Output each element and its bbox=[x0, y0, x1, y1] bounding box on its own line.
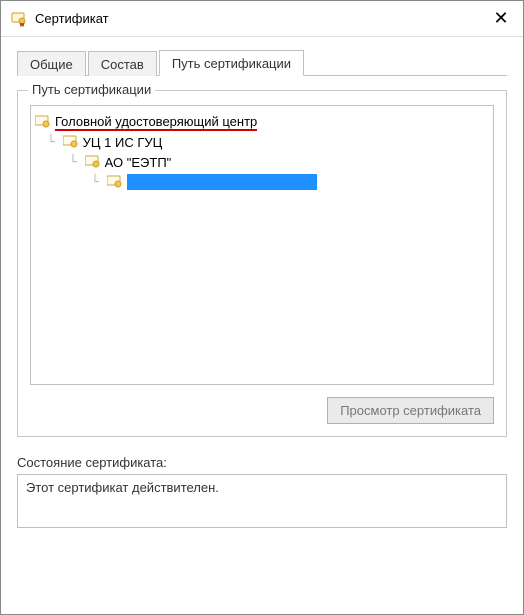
certificate-icon bbox=[85, 155, 101, 169]
tree-node-level1[interactable]: └ УЦ 1 ИС ГУЦ bbox=[35, 132, 489, 152]
certificate-status-text: Этот сертификат действителен. bbox=[26, 480, 219, 495]
view-certificate-button[interactable]: Просмотр сертификата bbox=[327, 397, 494, 424]
tab-certification-path[interactable]: Путь сертификации bbox=[159, 50, 304, 76]
tab-strip: Общие Состав Путь сертификации bbox=[17, 49, 507, 76]
window-title: Сертификат bbox=[35, 11, 485, 26]
button-row: Просмотр сертификата bbox=[30, 397, 494, 424]
tab-general[interactable]: Общие bbox=[17, 51, 86, 76]
certification-path-tree[interactable]: Головной удостоверяющий центр └ УЦ 1 ИС … bbox=[30, 105, 494, 385]
tree-connector-icon: └ bbox=[91, 175, 107, 190]
tree-label-level1: УЦ 1 ИС ГУЦ bbox=[83, 135, 163, 150]
tree-label-level2: АО "ЕЭТП" bbox=[105, 155, 172, 170]
certificate-icon bbox=[11, 11, 27, 27]
group-legend: Путь сертификации bbox=[28, 82, 155, 97]
close-button[interactable]: ✕ bbox=[485, 8, 517, 29]
titlebar: Сертификат ✕ bbox=[1, 1, 523, 37]
tab-details[interactable]: Состав bbox=[88, 51, 157, 76]
certificate-status-box: Этот сертификат действителен. bbox=[17, 474, 507, 528]
certification-path-group: Путь сертификации Головной удостоверяющи… bbox=[17, 90, 507, 437]
tree-node-root[interactable]: Головной удостоверяющий центр bbox=[35, 112, 489, 132]
content-area: Общие Состав Путь сертификации Путь серт… bbox=[1, 37, 523, 544]
tree-label-root: Головной удостоверяющий центр bbox=[55, 114, 257, 131]
tree-node-level2[interactable]: └ АО "ЕЭТП" bbox=[35, 152, 489, 172]
tree-label-leaf-selected bbox=[127, 174, 317, 190]
certificate-window: Сертификат ✕ Общие Состав Путь сертифика… bbox=[0, 0, 524, 615]
certificate-icon bbox=[63, 135, 79, 149]
tree-node-leaf[interactable]: └ bbox=[35, 172, 489, 192]
tree-connector-icon: └ bbox=[69, 155, 85, 170]
certificate-icon bbox=[107, 175, 123, 189]
certificate-icon bbox=[35, 115, 51, 129]
tree-connector-icon: └ bbox=[47, 135, 63, 150]
certificate-status-label: Состояние сертификата: bbox=[17, 455, 507, 470]
